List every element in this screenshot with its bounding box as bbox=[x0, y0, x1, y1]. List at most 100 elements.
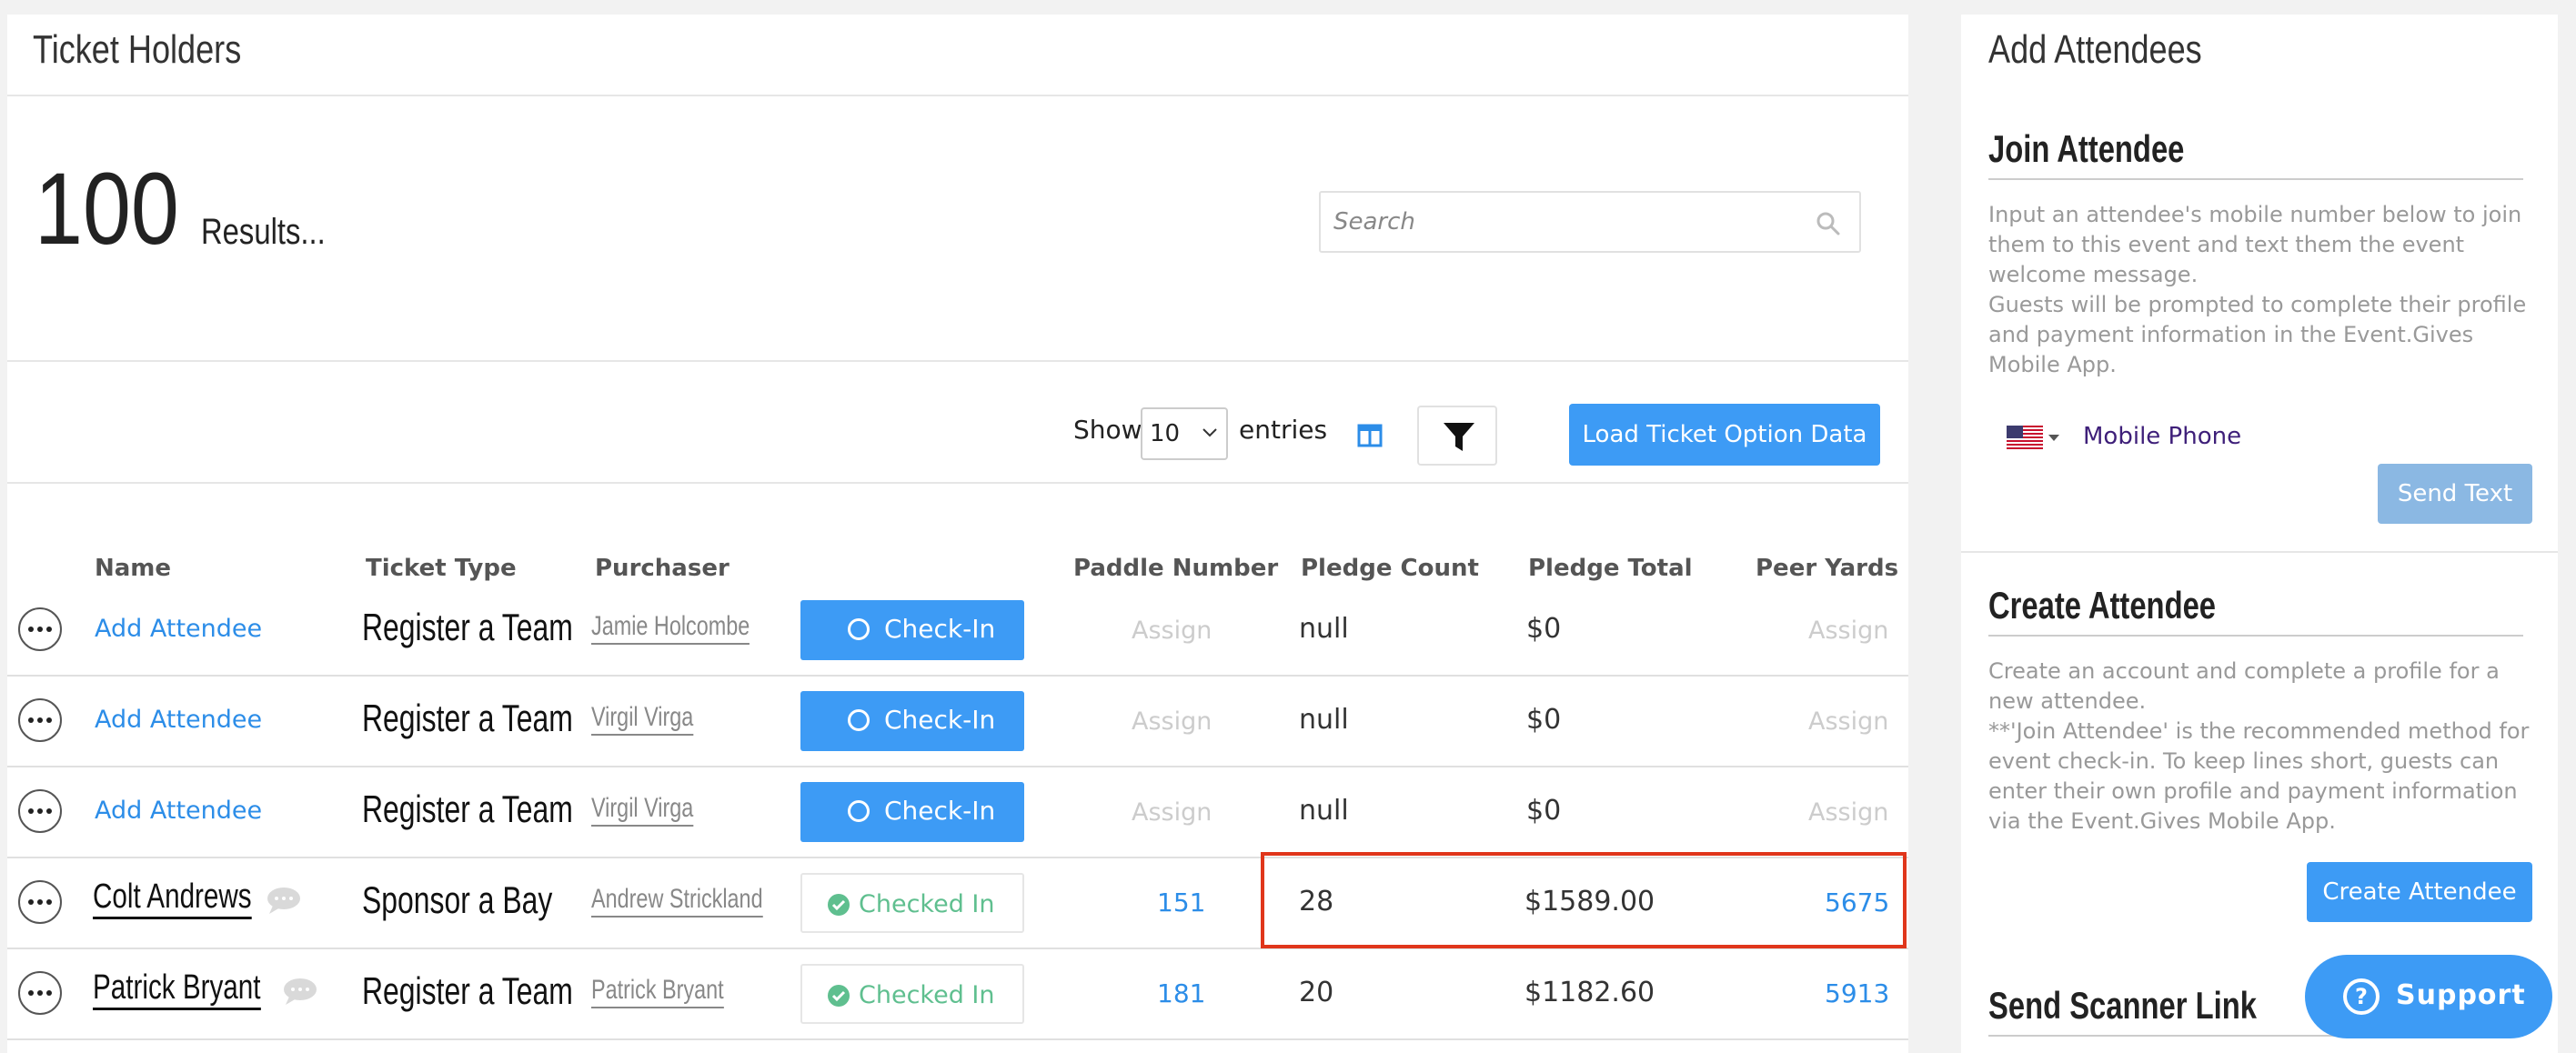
columns-icon[interactable] bbox=[1357, 424, 1383, 447]
header-ticket-type[interactable]: Ticket Type bbox=[366, 555, 517, 582]
load-ticket-option-data-button[interactable]: Load Ticket Option Data bbox=[1569, 404, 1880, 466]
mobile-phone-input[interactable] bbox=[2083, 418, 2356, 455]
panel-title: Ticket Holders bbox=[33, 27, 242, 72]
assign-paddle-link[interactable]: Assign bbox=[1132, 707, 1212, 736]
highlight-box bbox=[1261, 852, 1907, 948]
support-button[interactable]: ? Support bbox=[2305, 955, 2552, 1038]
header-name[interactable]: Name bbox=[95, 555, 171, 582]
entries-value: 10 bbox=[1150, 420, 1181, 447]
divider bbox=[1988, 635, 2523, 637]
description-text: Input an attendee's mobile number below … bbox=[1988, 202, 2522, 287]
check-circle-icon bbox=[828, 985, 850, 1007]
purchaser-link[interactable]: Andrew Strickland bbox=[591, 884, 763, 918]
circle-icon bbox=[848, 618, 870, 640]
check-in-label: Check-In bbox=[884, 705, 996, 735]
ticket-type: Register a Team bbox=[362, 606, 573, 648]
ticket-holders-header: Ticket Holders bbox=[7, 15, 1908, 96]
ticket-type: Sponsor a Bay bbox=[362, 878, 553, 921]
attendee-name-link[interactable]: Colt Andrews bbox=[93, 878, 252, 919]
create-attendee-description: Create an account and complete a profile… bbox=[1988, 657, 2534, 837]
panel-title: Add Attendees bbox=[1988, 27, 2202, 72]
caret-down-icon[interactable] bbox=[2048, 433, 2059, 442]
more-options-button[interactable] bbox=[18, 698, 62, 742]
results-summary: 100 Results... bbox=[35, 142, 353, 260]
pledge-count: 20 bbox=[1299, 977, 1334, 1008]
divider bbox=[7, 482, 1908, 484]
search-icon[interactable] bbox=[1816, 211, 1841, 236]
checked-in-button[interactable]: Checked In bbox=[800, 964, 1024, 1024]
circle-icon bbox=[848, 709, 870, 731]
checked-in-button[interactable]: Checked In bbox=[800, 873, 1024, 933]
create-attendee-button[interactable]: Create Attendee bbox=[2307, 862, 2532, 922]
description-text: **'Join Attendee' is the recommended met… bbox=[1988, 718, 2530, 834]
header-purchaser[interactable]: Purchaser bbox=[595, 555, 730, 582]
divider bbox=[1961, 551, 2558, 553]
check-in-button[interactable]: Check-In bbox=[800, 691, 1024, 751]
add-attendee-link[interactable]: Add Attendee bbox=[95, 706, 262, 734]
send-scanner-link-title: Send Scanner Link bbox=[1988, 984, 2257, 1027]
header-pledge-count[interactable]: Pledge Count bbox=[1301, 555, 1479, 582]
entries-select[interactable]: 10 bbox=[1141, 407, 1228, 460]
paddle-number-link[interactable]: 151 bbox=[1157, 888, 1205, 918]
check-in-button[interactable]: Check-In bbox=[800, 600, 1024, 660]
search-box bbox=[1319, 191, 1861, 253]
more-options-button[interactable] bbox=[18, 880, 62, 924]
ticket-type: Register a Team bbox=[362, 787, 573, 830]
chat-icon[interactable] bbox=[266, 886, 302, 915]
more-options-button[interactable] bbox=[18, 971, 62, 1015]
results-label: Results... bbox=[200, 212, 326, 252]
attendee-name-link[interactable]: Patrick Bryant bbox=[93, 968, 261, 1010]
add-attendees-header: Add Attendees bbox=[1961, 15, 2558, 96]
check-in-button[interactable]: Check-In bbox=[800, 782, 1024, 842]
show-label: Show bbox=[1073, 415, 1142, 445]
pledge-total: $0 bbox=[1526, 613, 1562, 645]
search-input[interactable] bbox=[1321, 193, 1859, 251]
create-attendee-title: Create Attendee bbox=[1988, 584, 2217, 627]
assign-paddle-link[interactable]: Assign bbox=[1132, 617, 1212, 645]
divider bbox=[7, 360, 1908, 362]
check-circle-icon bbox=[828, 894, 850, 916]
pledge-count: null bbox=[1299, 795, 1349, 827]
header-paddle-number[interactable]: Paddle Number bbox=[1073, 555, 1278, 582]
pledge-count: null bbox=[1299, 613, 1349, 645]
check-in-label: Check-In bbox=[884, 796, 996, 826]
check-in-label: Check-In bbox=[884, 614, 996, 644]
purchaser-link[interactable]: Virgil Virga bbox=[591, 793, 694, 827]
checked-in-label: Checked In bbox=[859, 890, 995, 918]
description-text: Guests will be prompted to complete thei… bbox=[1988, 292, 2527, 377]
add-attendee-link[interactable]: Add Attendee bbox=[95, 615, 262, 643]
header-pledge-total[interactable]: Pledge Total bbox=[1528, 555, 1693, 582]
assign-peer-yards-link[interactable]: Assign bbox=[1808, 617, 1888, 645]
header-peer-yards[interactable]: Peer Yards bbox=[1756, 555, 1898, 582]
filter-icon bbox=[1444, 423, 1474, 451]
assign-peer-yards-link[interactable]: Assign bbox=[1808, 707, 1888, 736]
more-options-button[interactable] bbox=[18, 789, 62, 833]
chevron-down-icon bbox=[1202, 428, 1217, 437]
circle-icon bbox=[848, 800, 870, 822]
paddle-number-link[interactable]: 181 bbox=[1157, 978, 1205, 1008]
divider bbox=[7, 1038, 1908, 1040]
question-icon: ? bbox=[2343, 978, 2380, 1015]
add-attendee-link[interactable]: Add Attendee bbox=[95, 797, 262, 825]
add-attendees-panel: Add Attendees Join Attendee Input an att… bbox=[1961, 15, 2558, 1053]
purchaser-link[interactable]: Virgil Virga bbox=[591, 702, 694, 736]
purchaser-link[interactable]: Jamie Holcombe bbox=[591, 611, 750, 645]
pledge-total: $0 bbox=[1526, 704, 1562, 736]
assign-paddle-link[interactable]: Assign bbox=[1132, 798, 1212, 827]
description-text: Create an account and complete a profile… bbox=[1988, 658, 2500, 714]
checked-in-label: Checked In bbox=[859, 981, 995, 1009]
purchaser-link[interactable]: Patrick Bryant bbox=[591, 975, 724, 1008]
ticket-type: Register a Team bbox=[362, 969, 573, 1012]
pledge-count: null bbox=[1299, 704, 1349, 736]
peer-yards-link[interactable]: 5913 bbox=[1825, 978, 1889, 1008]
us-flag-icon[interactable] bbox=[2007, 426, 2043, 449]
more-options-button[interactable] bbox=[18, 607, 62, 651]
assign-peer-yards-link[interactable]: Assign bbox=[1808, 798, 1888, 827]
pledge-total: $0 bbox=[1526, 795, 1562, 827]
send-text-button[interactable]: Send Text bbox=[2378, 464, 2532, 524]
chat-icon[interactable] bbox=[282, 977, 318, 1006]
join-attendee-title: Join Attendee bbox=[1988, 127, 2185, 170]
filter-button[interactable] bbox=[1417, 406, 1497, 466]
support-label: Support bbox=[2396, 979, 2526, 1011]
divider bbox=[1988, 178, 2523, 180]
